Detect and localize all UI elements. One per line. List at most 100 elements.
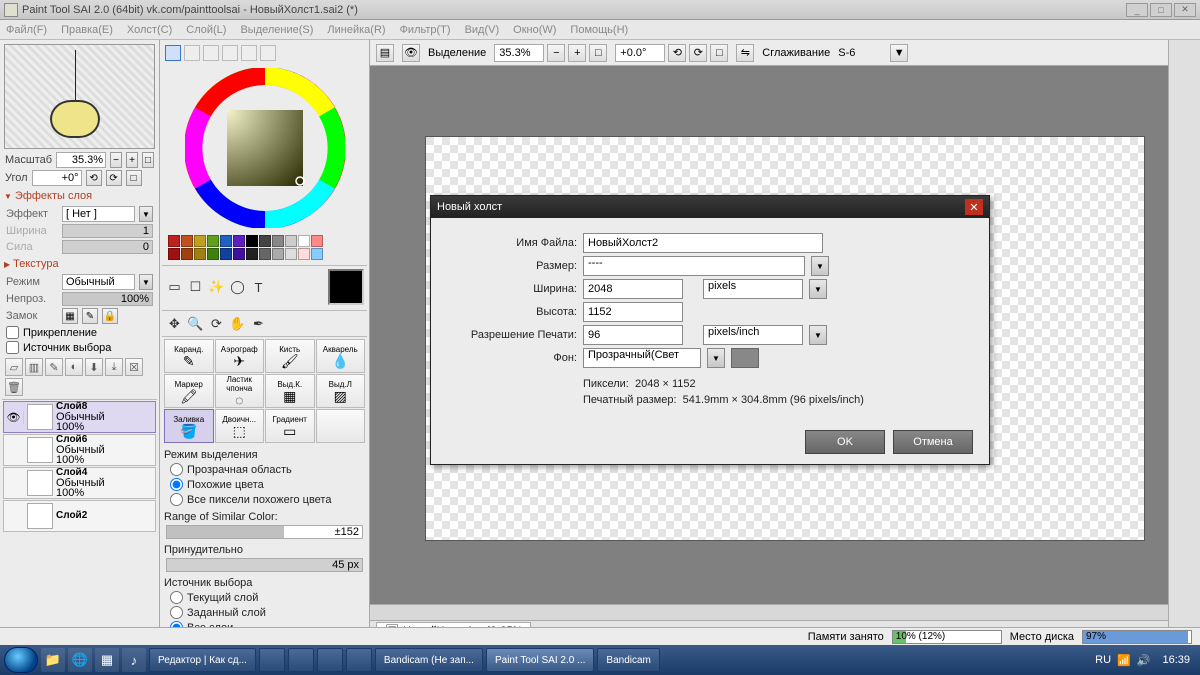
panel-toggle[interactable]: ▤ xyxy=(376,44,394,62)
rot-ccw[interactable]: ⟲ xyxy=(668,44,686,62)
selmode-radio[interactable] xyxy=(170,478,183,491)
swatch[interactable] xyxy=(311,235,323,247)
rot-cw[interactable]: ⟳ xyxy=(689,44,707,62)
transfer-down-button[interactable]: ⬇ xyxy=(85,358,103,376)
tray-clock[interactable]: 16:39 xyxy=(1156,654,1196,666)
menu-layer[interactable]: Слой(L) xyxy=(186,24,226,36)
range-slider[interactable]: ±152 xyxy=(166,525,363,539)
angle-field[interactable]: +0.0° xyxy=(615,44,665,62)
tray-lang[interactable]: RU xyxy=(1095,654,1111,666)
swatch[interactable] xyxy=(168,235,180,247)
tray-net-icon[interactable]: 📶 xyxy=(1117,654,1131,667)
scale-minus[interactable]: − xyxy=(110,152,122,168)
angle-ccw[interactable]: ⟲ xyxy=(86,170,102,186)
ql-app[interactable]: ▦ xyxy=(95,648,119,672)
menu-ruler[interactable]: Линейка(R) xyxy=(327,24,385,36)
rgb-tab[interactable] xyxy=(184,45,200,61)
resunit-select[interactable]: pixels/inch xyxy=(703,325,803,345)
smooth-field[interactable]: S-6 xyxy=(838,47,882,59)
mode-select[interactable]: Обычный xyxy=(62,274,135,290)
taskbar-item[interactable]: Bandicam (Не зап... xyxy=(375,648,483,672)
brush-Аэрограф[interactable]: Аэрограф✈ xyxy=(215,339,265,373)
texture-header[interactable]: Текстура xyxy=(2,255,157,273)
unit-select[interactable]: pixels xyxy=(703,279,803,299)
swatch[interactable] xyxy=(298,235,310,247)
effect-strength-slider[interactable]: 0 xyxy=(62,240,153,254)
shapes-tool[interactable]: ◯ xyxy=(228,278,247,297)
text-tool[interactable]: T xyxy=(249,278,268,297)
menu-window[interactable]: Окно(W) xyxy=(513,24,556,36)
zoom-fit[interactable]: □ xyxy=(589,44,607,62)
swatch[interactable] xyxy=(272,248,284,260)
brush-Ластик чпонча[interactable]: Ластик чпонча◌ xyxy=(215,374,265,408)
menu-selection[interactable]: Выделение(S) xyxy=(240,24,313,36)
flip-h[interactable]: ⇋ xyxy=(736,44,754,62)
delete-layer-button[interactable]: 🗑 xyxy=(5,378,23,396)
brush-Акварель[interactable]: Акварель💧 xyxy=(316,339,366,373)
swatch[interactable] xyxy=(194,235,206,247)
selsrc-checkbox[interactable] xyxy=(6,341,19,354)
colorwheel-tab[interactable] xyxy=(165,45,181,61)
zoom-field[interactable]: 35.3% xyxy=(494,44,544,62)
swatch[interactable] xyxy=(181,248,193,260)
brush-Двоичн...[interactable]: Двоичн...⬚ xyxy=(215,409,265,443)
tray-vol-icon[interactable]: 🔊 xyxy=(1137,654,1151,667)
layer-row[interactable]: Слой6Обычный100% xyxy=(3,434,156,466)
menu-filter[interactable]: Фильтр(T) xyxy=(400,24,451,36)
ok-button[interactable]: OK xyxy=(805,430,885,454)
effect-select[interactable]: [ Нет ] xyxy=(62,206,135,222)
unit-dd-icon[interactable]: ▼ xyxy=(809,279,827,299)
taskbar-item[interactable]: Bandicam xyxy=(597,648,659,672)
ql-explorer[interactable]: 📁 xyxy=(41,648,65,672)
minimize-button[interactable]: _ xyxy=(1126,3,1148,17)
new-folder-button[interactable]: ▥ xyxy=(25,358,43,376)
maximize-button[interactable]: □ xyxy=(1150,3,1172,17)
brush-Каранд.[interactable]: Каранд.✎ xyxy=(164,339,214,373)
menu-help[interactable]: Помощь(H) xyxy=(570,24,628,36)
smooth-dd[interactable]: ▼ xyxy=(890,44,908,62)
mixer-tab[interactable] xyxy=(222,45,238,61)
src-radio[interactable] xyxy=(170,591,183,604)
brush-Заливка[interactable]: Заливка🪣 xyxy=(164,409,214,443)
lock-pixels[interactable]: ✎ xyxy=(82,308,98,324)
clipping-checkbox[interactable] xyxy=(6,326,19,339)
angle-input[interactable] xyxy=(32,170,82,186)
hsv-tab[interactable] xyxy=(203,45,219,61)
menu-file[interactable]: Файл(F) xyxy=(6,24,47,36)
menu-view[interactable]: Вид(V) xyxy=(465,24,500,36)
brush-Маркер[interactable]: Маркер🖍 xyxy=(164,374,214,408)
layer-row[interactable]: Слой2 xyxy=(3,500,156,532)
taskbar-item[interactable] xyxy=(288,648,314,672)
brush-Градиент[interactable]: Градиент▭ xyxy=(265,409,315,443)
scale-plus[interactable]: + xyxy=(126,152,138,168)
swatch[interactable] xyxy=(220,235,232,247)
layer-row[interactable]: 👁Слой8Обычный100% xyxy=(3,401,156,433)
gap-slider[interactable]: 45 px xyxy=(166,558,363,572)
swatch[interactable] xyxy=(246,248,258,260)
effect-dropdown-icon[interactable]: ▼ xyxy=(139,206,153,222)
lasso-tool[interactable]: ☐ xyxy=(186,278,205,297)
brush-Выд.Л[interactable]: Выд.Л▨ xyxy=(316,374,366,408)
eyedropper-tool[interactable]: ✒ xyxy=(249,314,268,333)
wand-tool[interactable]: ✨ xyxy=(207,278,226,297)
lock-all[interactable]: 🔒 xyxy=(102,308,118,324)
size-select[interactable]: ---- xyxy=(583,256,805,276)
color-wheel[interactable] xyxy=(185,68,345,228)
navigator-thumbnail[interactable] xyxy=(4,44,155,149)
start-button[interactable] xyxy=(4,647,38,673)
filename-input[interactable] xyxy=(583,233,823,253)
close-button[interactable]: ✕ xyxy=(1174,3,1196,17)
swatch[interactable] xyxy=(233,235,245,247)
menu-edit[interactable]: Правка(E) xyxy=(61,24,113,36)
size-dd-icon[interactable]: ▼ xyxy=(811,256,829,276)
merge-down-button[interactable]: ⤓ xyxy=(105,358,123,376)
foreground-color[interactable] xyxy=(328,269,364,305)
angle-cw[interactable]: ⟳ xyxy=(106,170,122,186)
swatch[interactable] xyxy=(246,235,258,247)
selmode-radio[interactable] xyxy=(170,493,183,506)
dialog-titlebar[interactable]: Новый холст ✕ xyxy=(431,196,989,218)
bg-dd-icon[interactable]: ▼ xyxy=(707,348,725,368)
swatch[interactable] xyxy=(311,248,323,260)
new-layer-button[interactable]: ▱ xyxy=(5,358,23,376)
taskbar-item[interactable]: Редактор | Как сд... xyxy=(149,648,256,672)
